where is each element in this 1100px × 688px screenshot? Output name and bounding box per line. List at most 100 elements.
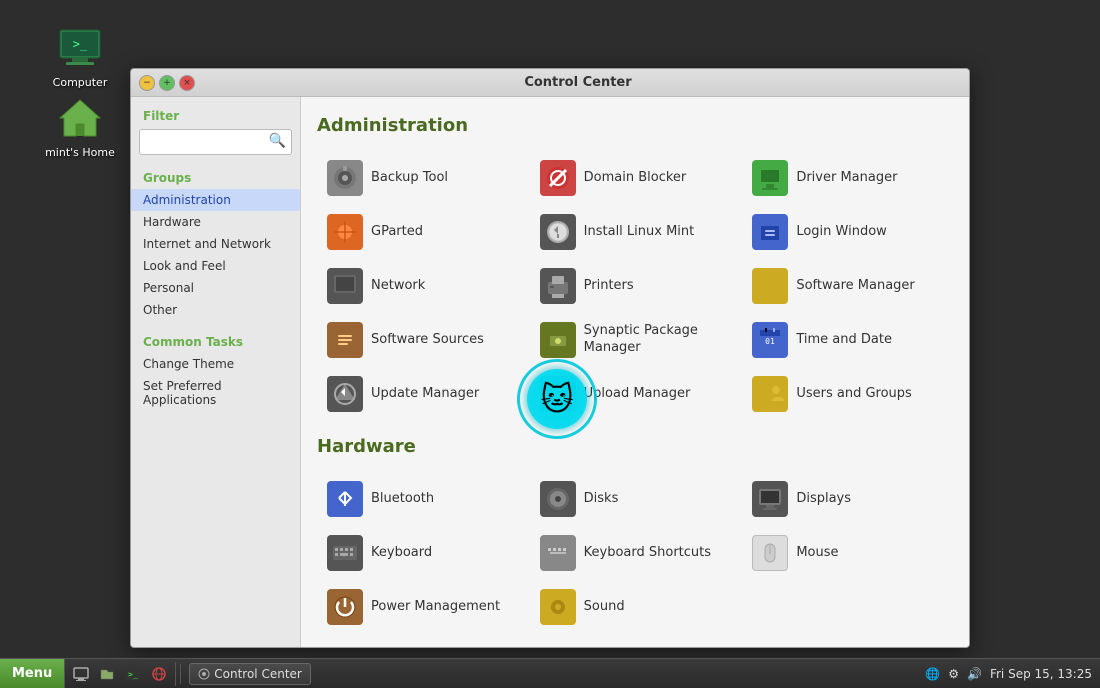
taskbar-window-label: Control Center [214,667,302,681]
item-update-manager[interactable]: Update Manager [317,368,528,420]
taskbar-right: 🌐 ⚙ 🔊 Fri Sep 15, 13:25 [917,667,1100,681]
taskbar: Menu >_ Control Center 🌐 ⚙ 🔊 Fri Sep [0,658,1100,688]
administration-grid: Backup Tool Domain Blocker Driver Manage… [317,152,953,420]
mouse-icon [752,535,788,571]
common-tasks-label: Common Tasks [131,329,300,353]
backup-tool-icon [327,160,363,196]
maximize-button[interactable]: + [159,75,175,91]
item-software-sources[interactable]: Software Sources [317,314,528,366]
item-sound[interactable]: Sound [530,581,741,633]
item-bluetooth[interactable]: Bluetooth [317,473,528,525]
synaptic-label: Synaptic Package Manager [584,323,731,357]
sound-label: Sound [584,599,625,616]
driver-manager-label: Driver Manager [796,170,897,187]
taskbar-window-control-center[interactable]: Control Center [189,663,311,685]
taskbar-separator [180,664,181,684]
power-management-label: Power Management [371,599,500,616]
upload-manager-icon [540,376,576,412]
menu-button[interactable]: Menu [0,659,65,688]
item-upload-manager[interactable]: Upload Manager [530,368,741,420]
item-driver-manager[interactable]: Driver Manager [742,152,953,204]
sidebar-item-set-preferred-apps[interactable]: Set Preferred Applications [131,375,300,411]
svg-text:>_: >_ [128,670,138,679]
taskbar-network-icon: 🌐 [925,667,940,681]
desktop: >_ Computer mint's Home − + × Control Ce… [0,0,1100,688]
control-center-window: − + × Control Center Filter 🔍 Groups Adm… [130,68,970,648]
item-keyboard[interactable]: Keyboard [317,527,528,579]
window-content: Filter 🔍 Groups Administration Hardware … [131,97,969,647]
backup-tool-label: Backup Tool [371,170,448,187]
window-title: Control Center [195,75,961,90]
keyboard-shortcuts-icon [540,535,576,571]
update-manager-icon [327,376,363,412]
sidebar-item-administration[interactable]: Administration [131,189,300,211]
item-displays[interactable]: Displays [742,473,953,525]
home-icon-label: mint's Home [45,146,115,159]
users-and-groups-label: Users and Groups [796,386,911,403]
item-printers[interactable]: Printers [530,260,741,312]
gparted-label: GParted [371,224,423,241]
item-gparted[interactable]: GParted [317,206,528,258]
desktop-icon-computer[interactable]: >_ Computer [40,20,120,93]
search-icon: 🔍 [269,133,286,149]
item-keyboard-shortcuts[interactable]: Keyboard Shortcuts [530,527,741,579]
item-login-window[interactable]: Login Window [742,206,953,258]
computer-icon: >_ [56,24,104,72]
software-manager-icon [752,268,788,304]
item-users-and-groups[interactable]: Users and Groups [742,368,953,420]
item-power-management[interactable]: Power Management [317,581,528,633]
item-domain-blocker[interactable]: Domain Blocker [530,152,741,204]
displays-icon [752,481,788,517]
minimize-button[interactable]: − [139,75,155,91]
time-and-date-label: Time and Date [796,332,892,349]
taskbar-browser-btn[interactable] [147,662,171,686]
login-window-label: Login Window [796,224,886,241]
upload-manager-label: Upload Manager [584,386,691,403]
displays-label: Displays [796,491,851,508]
item-backup-tool[interactable]: Backup Tool [317,152,528,204]
item-software-manager[interactable]: Software Manager [742,260,953,312]
titlebar: − + × Control Center [131,69,969,97]
item-synaptic-package-manager[interactable]: Synaptic Package Manager [530,314,741,366]
filter-input-wrap: 🔍 [131,129,300,165]
sidebar-item-look-and-feel[interactable]: Look and Feel [131,255,300,277]
sidebar-item-personal[interactable]: Personal [131,277,300,299]
domain-blocker-label: Domain Blocker [584,170,687,187]
software-sources-label: Software Sources [371,332,484,349]
printers-icon [540,268,576,304]
item-time-and-date[interactable]: 01 Time and Date [742,314,953,366]
sidebar-item-other[interactable]: Other [131,299,300,321]
disks-label: Disks [584,491,619,508]
update-manager-label: Update Manager [371,386,479,403]
taskbar-clock: Fri Sep 15, 13:25 [990,667,1092,681]
sidebar-item-change-theme[interactable]: Change Theme [131,353,300,375]
hardware-header: Hardware [317,436,953,461]
item-network[interactable]: Network [317,260,528,312]
taskbar-terminal-btn[interactable]: >_ [121,662,145,686]
power-management-icon [327,589,363,625]
synaptic-icon [540,322,576,358]
desktop-icon-home[interactable]: mint's Home [40,90,120,163]
disks-icon [540,481,576,517]
taskbar-show-desktop-btn[interactable] [69,662,93,686]
svg-text:01: 01 [766,337,776,346]
mouse-label: Mouse [796,545,838,562]
sidebar-item-internet-and-network[interactable]: Internet and Network [131,233,300,255]
sidebar: Filter 🔍 Groups Administration Hardware … [131,97,301,647]
computer-icon-label: Computer [53,76,108,89]
install-linux-mint-icon [540,214,576,250]
close-button[interactable]: × [179,75,195,91]
main-area: Administration Backup Tool Domain Blocke… [301,97,969,647]
sound-icon [540,589,576,625]
home-icon [56,94,104,142]
titlebar-controls: − + × [139,75,195,91]
sidebar-item-hardware[interactable]: Hardware [131,211,300,233]
taskbar-file-manager-btn[interactable] [95,662,119,686]
item-mouse[interactable]: Mouse [742,527,953,579]
item-install-linux-mint[interactable]: Install Linux Mint [530,206,741,258]
gparted-icon [327,214,363,250]
item-disks[interactable]: Disks [530,473,741,525]
software-sources-icon [327,322,363,358]
svg-text:>_: >_ [73,37,88,51]
printers-label: Printers [584,278,634,295]
